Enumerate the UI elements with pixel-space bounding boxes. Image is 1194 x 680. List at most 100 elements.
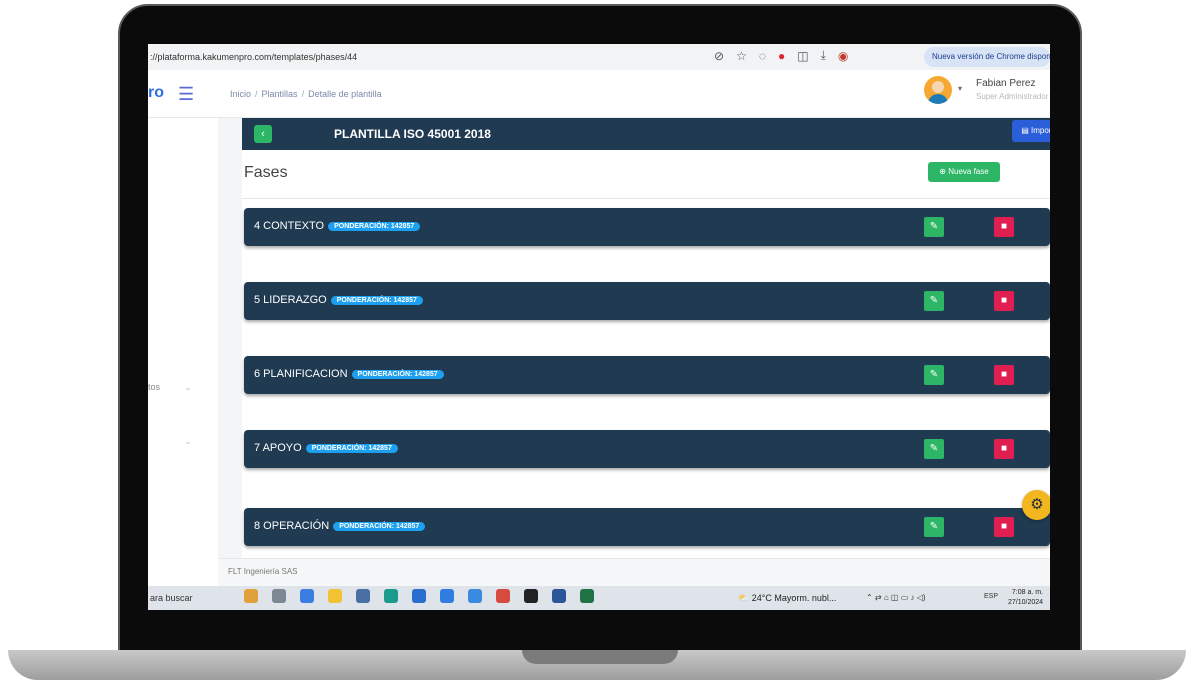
tiktok-icon[interactable]: [524, 589, 538, 603]
download-icon[interactable]: ⤓: [821, 48, 826, 63]
template-title: PLANTILLA ISO 45001 2018: [334, 127, 491, 141]
edit-button[interactable]: ✎: [924, 291, 944, 311]
delete-button[interactable]: ■: [994, 291, 1014, 311]
word-icon[interactable]: [552, 589, 566, 603]
delete-button[interactable]: ■: [994, 439, 1014, 459]
system-tray-icons[interactable]: ⌃ ⇄ ⌂ ◫ ▭ ♪ ◁): [866, 593, 926, 602]
phase-name: 4 CONTEXTO: [254, 220, 325, 232]
avatar-body: [928, 94, 948, 104]
weight-badge: PONDERACIÓN: 142857: [330, 296, 423, 305]
pencil-icon: ✎: [929, 521, 939, 532]
trash-icon: ■: [1000, 221, 1008, 232]
taskbar-clock[interactable]: 7:08 a. m. 27/10/2024: [1008, 588, 1043, 608]
outlook-icon[interactable]: [440, 589, 454, 603]
divider: [242, 198, 1050, 199]
edit-button[interactable]: ✎: [924, 365, 944, 385]
clock-time: 7:08 a. m.: [1011, 589, 1044, 596]
delete-button[interactable]: ■: [994, 517, 1014, 537]
weight-badge: PONDERACIÓN: 142857: [305, 444, 398, 453]
avatar[interactable]: [924, 76, 952, 104]
footer: FLT Ingeniería SAS: [218, 558, 1050, 586]
new-phase-label: Nueva fase: [948, 167, 989, 176]
phase-name-wrap: 5 LIDERAZGO PONDERACIÓN: 142857: [254, 294, 423, 306]
trash-icon: ■: [1000, 369, 1008, 380]
new-phase-button[interactable]: ⊕ Nueva fase: [928, 162, 1000, 182]
phase-row[interactable]: 7 APOYO PONDERACIÓN: 142857 ✎ ■: [244, 430, 1050, 468]
main-content: ‹ PLANTILLA ISO 45001 2018 ▤ Importar Fa…: [218, 118, 1050, 560]
copilot-icon[interactable]: [300, 589, 314, 603]
import-button[interactable]: ▤ Importar: [1012, 120, 1050, 142]
sidebar-item-label[interactable]: tos: [148, 382, 160, 392]
phase-name-wrap: 8 OPERACIÓN PONDERACIÓN: 142857: [254, 520, 426, 532]
plus-circle-icon: ⊕: [939, 167, 949, 176]
edit-button[interactable]: ✎: [924, 517, 944, 537]
eye-off-icon[interactable]: ⊘: [714, 49, 724, 63]
import-label: Importar: [1030, 126, 1050, 135]
user-name[interactable]: Fabian Perez: [976, 78, 1035, 89]
hamburger-menu-icon[interactable]: ☰: [178, 84, 194, 105]
chevron-down-icon[interactable]: ▾: [958, 84, 962, 93]
back-button[interactable]: ‹: [254, 125, 272, 143]
trash-icon: ■: [1000, 295, 1008, 306]
weight-badge: PONDERACIÓN: 142857: [351, 370, 444, 379]
chevron-down-icon[interactable]: ⌄: [184, 436, 192, 447]
phase-row[interactable]: 4 CONTEXTO PONDERACIÓN: 142857 ✎ ■: [244, 208, 1050, 246]
settings-gear-button[interactable]: ⚙: [1022, 490, 1050, 520]
trash-icon: ■: [1000, 521, 1008, 532]
chrome-icon[interactable]: [468, 589, 482, 603]
pencil-icon: ✎: [929, 443, 939, 454]
mail-icon[interactable]: [412, 589, 426, 603]
chevron-down-icon[interactable]: ⌄: [184, 382, 192, 393]
screen: ://plataforma.kakumenpro.com/templates/p…: [148, 44, 1050, 610]
file-icon: ▤: [1021, 126, 1031, 135]
phase-name-wrap: 7 APOYO PONDERACIÓN: 142857: [254, 442, 398, 454]
breadcrumb-separator: /: [301, 89, 305, 99]
phase-name-wrap: 6 PLANIFICACION PONDERACIÓN: 142857: [254, 368, 444, 380]
file-explorer-icon[interactable]: [328, 589, 342, 603]
star-icon[interactable]: ☆: [736, 49, 747, 63]
breadcrumb: Inicio / Plantillas / Detalle de plantil…: [230, 89, 382, 99]
profile-icon[interactable]: ◉: [838, 49, 848, 63]
chrome-active-icon[interactable]: [496, 589, 510, 603]
phases-panel: Fases ⊕ Nueva fase 4 CONTEXTO PONDERACIÓN…: [242, 150, 1050, 560]
chrome-update-badge[interactable]: Nueva versión de Chrome disponible: [924, 47, 1050, 67]
edit-button[interactable]: ✎: [924, 217, 944, 237]
phase-row[interactable]: 5 LIDERAZGO PONDERACIÓN: 142857 ✎ ■: [244, 282, 1050, 320]
excel-icon[interactable]: [580, 589, 594, 603]
pencil-icon: ✎: [929, 369, 939, 380]
breadcrumb-current: Detalle de plantilla: [308, 89, 382, 99]
pencil-icon: ✎: [929, 295, 939, 306]
delete-button[interactable]: ■: [994, 365, 1014, 385]
phase-row[interactable]: 8 OPERACIÓN PONDERACIÓN: 142857 ✎ ■: [244, 508, 1050, 546]
weather-text: 24°C Mayorm. nubl...: [751, 593, 837, 603]
edge-icon[interactable]: [384, 589, 398, 603]
edit-button[interactable]: ✎: [924, 439, 944, 459]
weight-badge: PONDERACIÓN: 142857: [328, 222, 421, 231]
breadcrumb-home[interactable]: Inicio: [230, 89, 251, 99]
footer-company: FLT Ingeniería SAS: [228, 567, 298, 576]
brand-logo[interactable]: ro: [148, 84, 164, 102]
taskbar-weather[interactable]: ⛅ 24°C Mayorm. nubl...: [738, 593, 836, 604]
avatar-head: [932, 81, 944, 93]
delete-button[interactable]: ■: [994, 217, 1014, 237]
phase-name-wrap: 4 CONTEXTO PONDERACIÓN: 142857: [254, 220, 421, 232]
extension-red-icon[interactable]: ●: [778, 49, 785, 63]
url-text[interactable]: ://plataforma.kakumenpro.com/templates/p…: [148, 52, 357, 62]
taskbar-search[interactable]: ara buscar: [150, 593, 193, 603]
puzzle-icon[interactable]: ◫: [797, 49, 808, 63]
store-icon[interactable]: [356, 589, 370, 603]
phase-row[interactable]: 6 PLANIFICACION PONDERACIÓN: 142857 ✎ ■: [244, 356, 1050, 394]
widget-icon[interactable]: [244, 589, 258, 603]
shield-icon[interactable]: ◌: [759, 49, 766, 63]
phases-title: Fases: [244, 164, 288, 181]
user-role: Super Administrador: [976, 92, 1049, 101]
breadcrumb-templates[interactable]: Plantillas: [262, 89, 298, 99]
phase-name: 7 APOYO: [254, 442, 302, 454]
app-header: ro ☰ Inicio / Plantillas / Detalle de pl…: [148, 70, 1050, 118]
task-view-icon[interactable]: [272, 589, 286, 603]
taskbar-language[interactable]: ESP: [984, 593, 998, 600]
browser-address-bar[interactable]: ://plataforma.kakumenpro.com/templates/p…: [148, 44, 1050, 70]
sidebar: tos ⌄ ⌄: [148, 118, 218, 558]
pencil-icon: ✎: [929, 221, 939, 232]
laptop-notch: [522, 650, 678, 664]
